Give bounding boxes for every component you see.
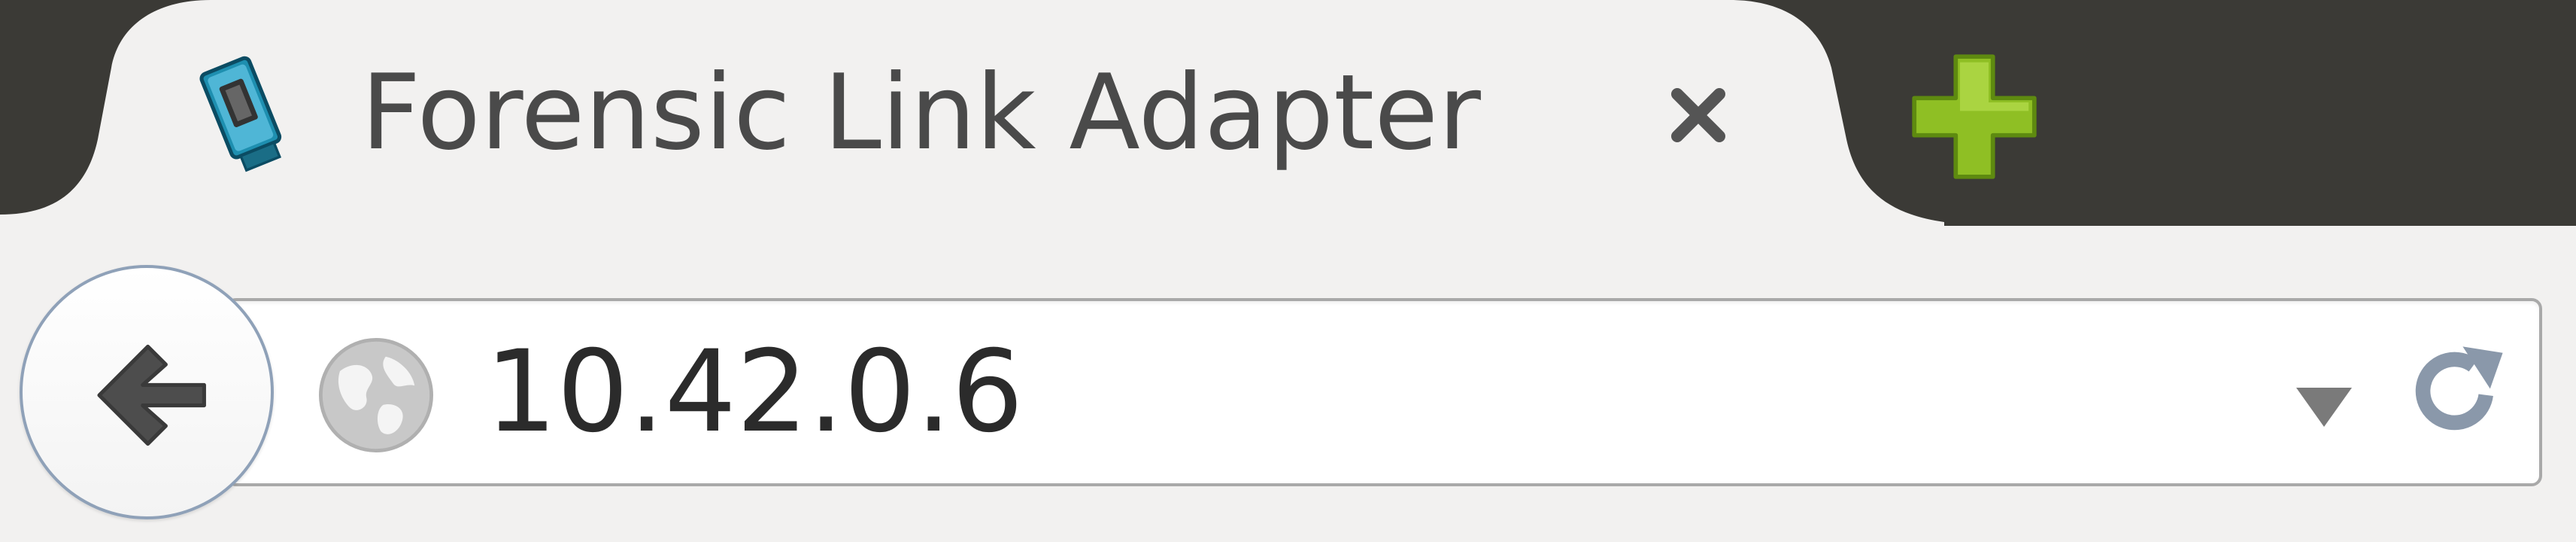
reload-icon[interactable]	[2404, 340, 2509, 446]
browser-window: Forensic Link Adapter	[0, 0, 2576, 542]
plus-icon[interactable]	[1903, 45, 2046, 188]
usb-adapter-icon	[199, 56, 282, 172]
dropdown-arrow-icon[interactable]	[2290, 380, 2358, 433]
tab-title: Forensic Link Adapter	[361, 52, 1481, 173]
globe-icon	[319, 338, 433, 452]
back-arrow-icon	[97, 344, 206, 446]
close-icon[interactable]	[1661, 78, 1736, 153]
url-input[interactable]	[485, 304, 2215, 480]
back-button[interactable]	[20, 265, 274, 519]
